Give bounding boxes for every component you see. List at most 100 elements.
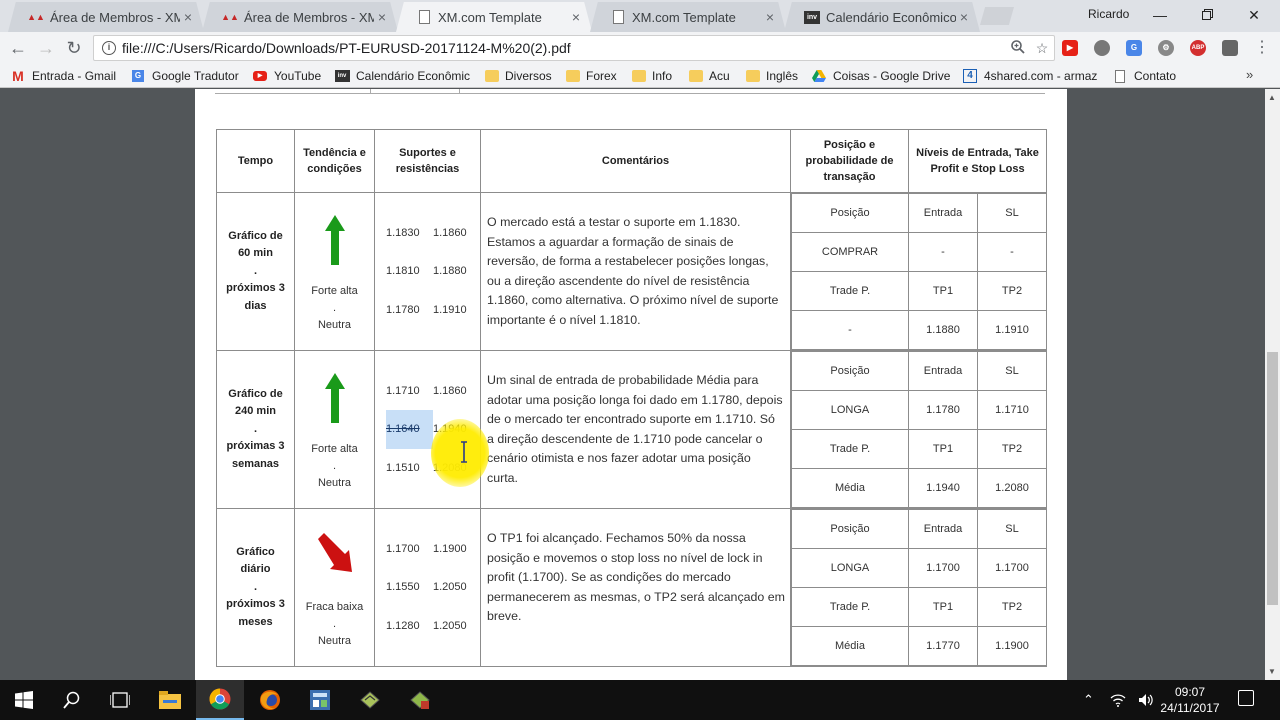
bookmark-item[interactable]: Info: [632, 67, 682, 85]
browser-tab[interactable]: XM.com Template ×: [590, 2, 786, 32]
minimize-icon[interactable]: —: [1148, 4, 1172, 26]
tempo-cell: Gráfico diário. próximos 3 meses: [216, 508, 295, 667]
table-header-row: Tempo Tendência e condições Suportes e r…: [216, 129, 1047, 193]
network-icon[interactable]: [1110, 693, 1126, 707]
translate-extension-icon[interactable]: G: [1126, 40, 1142, 56]
bookmark-item[interactable]: inv Calendário Econômic: [334, 67, 474, 85]
trading-app-taskbar-icon[interactable]: [346, 680, 394, 720]
trend-arrow-path: [324, 373, 345, 423]
gmail-icon: M: [12, 68, 24, 84]
adblock-plus-icon[interactable]: ABP: [1190, 40, 1206, 56]
search-icon[interactable]: [48, 680, 96, 720]
header-posicao: Posição e probabilidade de transação: [790, 129, 909, 193]
trend-line: Neutra: [317, 635, 352, 647]
back-icon[interactable]: ←: [6, 36, 30, 60]
bookmarks-more-icon[interactable]: »: [1246, 67, 1253, 82]
tempo-line: próximas 3: [226, 440, 285, 453]
sr-pair: 1.1710 1.1860: [386, 372, 480, 411]
tab-close-icon[interactable]: ×: [956, 9, 972, 25]
bookmark-item[interactable]: 4 4shared.com - armaz: [962, 67, 1102, 85]
bookmark-item[interactable]: Acu: [689, 67, 735, 85]
browser-tab[interactable]: XM.com Template ×: [396, 2, 592, 32]
position-grid-row: Posição Entrada SL: [791, 193, 1047, 233]
bookmark-item[interactable]: Forex: [566, 67, 622, 85]
bookmark-item[interactable]: G Google Tradutor: [130, 67, 242, 85]
document-icon: [416, 9, 432, 25]
zoom-icon[interactable]: [1006, 39, 1030, 57]
scrollbar-thumb[interactable]: [1267, 352, 1278, 605]
position-grid-cell: TP1: [908, 587, 978, 627]
file-explorer-icon[interactable]: [146, 680, 194, 720]
forward-icon[interactable]: →: [34, 36, 58, 60]
trend-line: Fraca baixa: [305, 601, 364, 613]
browser-tab[interactable]: ▲▲ Área de Membros - XM.c×: [8, 2, 204, 32]
puzzle-extension-icon[interactable]: [1222, 40, 1238, 56]
bookmark-item[interactable]: ▶ YouTube: [252, 67, 324, 85]
gear-extension-icon[interactable]: ⚙: [1158, 40, 1174, 56]
new-tab-button[interactable]: [980, 7, 1014, 25]
position-grid-cell: Entrada: [908, 193, 978, 233]
restore-icon[interactable]: [1195, 4, 1219, 26]
star-icon[interactable]: ☆: [1030, 40, 1054, 57]
tab-close-icon[interactable]: ×: [762, 9, 778, 25]
browser-tab[interactable]: ▲▲ Área de Membros - XM.c×: [202, 2, 398, 32]
vertical-scrollbar[interactable]: ▲ ▼: [1265, 89, 1280, 680]
position-grid: Posição Entrada SL COMPRAR - - Trade P. TP1 TP2-…: [791, 193, 1047, 350]
url-text[interactable]: file:///C:/Users/Ricardo/Downloads/PT-EU…: [122, 40, 1006, 56]
position-grid-cell: -: [791, 310, 909, 350]
trend-line: .: [332, 618, 337, 630]
bookmark-item[interactable]: M Entrada - Gmail: [10, 67, 122, 85]
comment-cell: O TP1 foi alcançado. Fechamos 50% da nos…: [480, 508, 791, 667]
bookmark-label: Entrada - Gmail: [32, 69, 117, 83]
position-grid-cell: Posição: [791, 193, 909, 233]
position-grid-row: Trade P. TP1 TP2: [791, 429, 1047, 469]
task-view-icon[interactable]: [96, 680, 144, 720]
taskbar-clock[interactable]: 09:07 24/11/2017: [1155, 684, 1225, 716]
drive-icon: [811, 69, 827, 83]
clock-time: 09:07: [1174, 685, 1206, 699]
tempo-line: Gráfico de: [228, 229, 283, 242]
trading-app-2-taskbar-icon[interactable]: [396, 680, 444, 720]
tab-title: XM.com Template: [438, 9, 542, 25]
youtube-extension-icon[interactable]: ▶: [1062, 40, 1078, 56]
bookmark-item[interactable]: Diversos: [485, 67, 555, 85]
trend-arrow-path: [317, 533, 352, 572]
close-window-icon[interactable]: ✕: [1242, 4, 1266, 26]
tempo-line: próximos 3: [226, 282, 285, 295]
resistance-value: 1.1910: [433, 303, 467, 316]
support-resistance-cell: 1.1710 1.1860 1.1640 1.1940 1.1510 1.2080: [374, 350, 481, 509]
profile-name[interactable]: Ricardo: [1088, 7, 1129, 21]
4shared-icon: 4: [962, 69, 978, 83]
volume-icon[interactable]: [1138, 693, 1154, 707]
chevron-up-icon[interactable]: ⌃: [1083, 692, 1094, 708]
support-value: 1.1280: [386, 619, 420, 632]
menu-icon[interactable]: ⋮: [1250, 36, 1274, 60]
bookmark-item[interactable]: Inglês: [746, 67, 802, 85]
position-grid-cell: COMPRAR: [791, 232, 909, 272]
reload-icon[interactable]: ↻: [62, 36, 86, 60]
bookmark-item[interactable]: Contato: [1112, 67, 1192, 85]
clock-date: 24/11/2017: [1160, 701, 1220, 715]
sr-pair: 1.1830 1.1860: [386, 214, 480, 253]
calculator-taskbar-icon[interactable]: [296, 680, 344, 720]
start-button[interactable]: [0, 680, 48, 720]
support-value: 1.1640: [386, 410, 433, 449]
action-center-icon[interactable]: [1238, 690, 1254, 706]
tab-close-icon[interactable]: ×: [180, 9, 196, 25]
scroll-up-icon[interactable]: ▲: [1268, 93, 1276, 102]
firefox-taskbar-icon[interactable]: [246, 680, 294, 720]
tempo-line: meses: [238, 615, 273, 628]
scroll-down-icon[interactable]: ▼: [1268, 667, 1276, 676]
bookmarks-bar: M Entrada - Gmail G Google Tradutor ▶ YouTube…: [0, 63, 1280, 88]
bookmark-item[interactable]: Coisas - Google Drive: [811, 67, 951, 85]
tab-close-icon[interactable]: ×: [568, 9, 584, 25]
trend-line: Neutra: [317, 319, 352, 331]
address-bar[interactable]: i file:///C:/Users/Ricardo/Downloads/PT-…: [93, 35, 1055, 61]
previous-table-bottom: [215, 89, 1045, 94]
bookmark-label: Coisas - Google Drive: [833, 69, 951, 83]
lightbulb-extension-icon[interactable]: [1094, 40, 1110, 56]
tab-close-icon[interactable]: ×: [374, 9, 390, 25]
browser-tab[interactable]: inv Calendário Econômico - ×: [784, 2, 980, 32]
chrome-taskbar-icon[interactable]: [196, 680, 244, 720]
info-icon[interactable]: i: [102, 41, 116, 55]
